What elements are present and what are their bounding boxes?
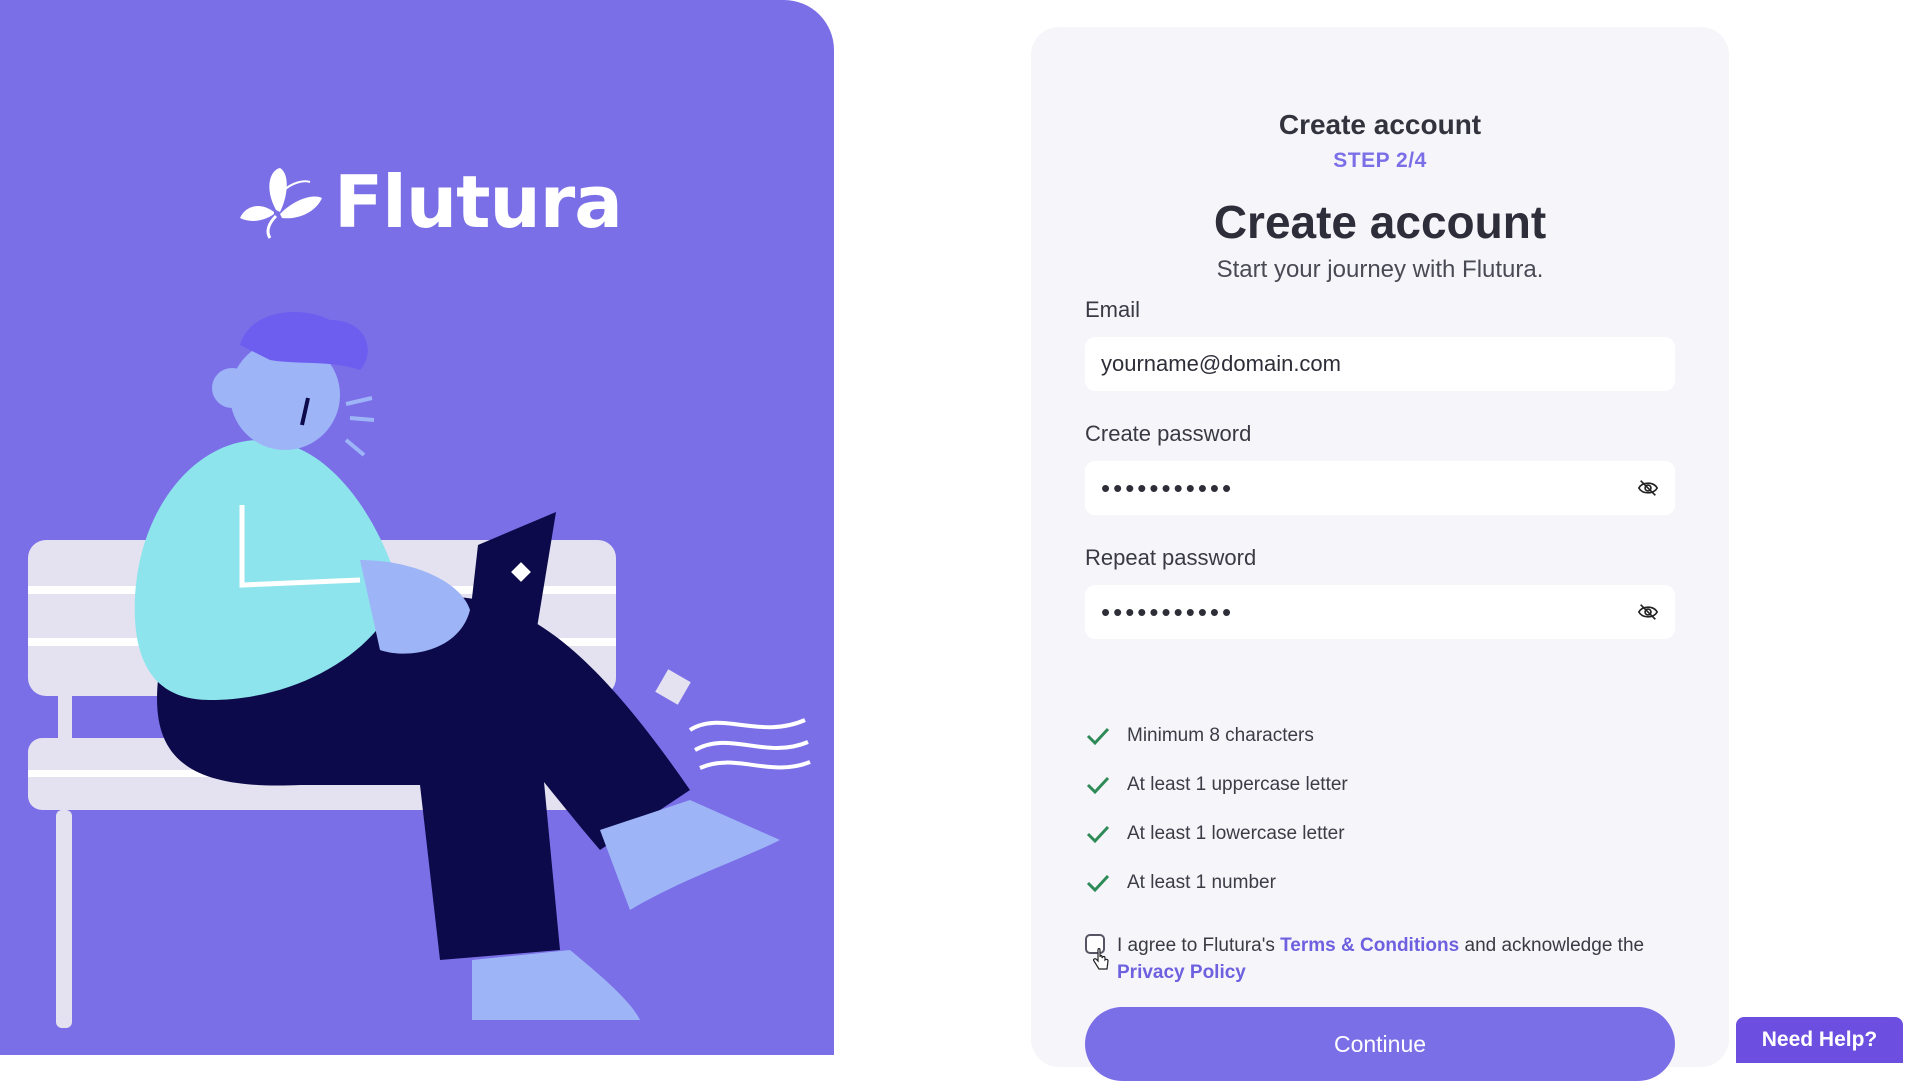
agreement-middle: and acknowledge the	[1459, 935, 1645, 956]
person-on-bench-illustration	[28, 312, 811, 1028]
check-icon	[1086, 727, 1110, 745]
email-field[interactable]: yourname@domain.com	[1085, 337, 1675, 391]
check-icon	[1086, 874, 1110, 892]
check-icon	[1086, 776, 1110, 794]
eye-off-icon[interactable]	[1637, 601, 1659, 623]
requirement-item: Minimum 8 characters	[1085, 711, 1348, 760]
hand-cursor-icon	[1093, 948, 1109, 970]
requirement-item: At least 1 number	[1085, 858, 1348, 907]
butterfly-icon	[240, 168, 322, 239]
check-icon	[1086, 825, 1110, 843]
need-help-button[interactable]: Need Help?	[1736, 1017, 1903, 1063]
agreement-prefix: I agree to Flutura's	[1117, 935, 1281, 956]
create-password-label: Create password	[1085, 421, 1252, 446]
terms-link[interactable]: Terms & Conditions	[1280, 935, 1459, 956]
continue-button[interactable]: Continue	[1085, 1007, 1675, 1081]
email-label: Email	[1085, 297, 1141, 322]
repeat-password-label: Repeat password	[1085, 545, 1257, 570]
create-password-field[interactable]: •••••••••••	[1085, 461, 1675, 515]
page-subtitle: Start your journey with Flutura.	[1216, 256, 1544, 283]
page-title: Create account	[1213, 196, 1547, 248]
brand-logo: Flutura	[236, 160, 623, 244]
requirement-item: At least 1 uppercase letter	[1085, 760, 1348, 809]
repeat-password-value: •••••••••••	[1101, 597, 1235, 627]
agreement-text: I agree to Flutura's Terms & Conditions …	[1117, 932, 1685, 986]
brand-name: Flutura	[334, 160, 623, 244]
hero-panel: Flutura	[0, 0, 834, 1055]
requirement-item: At least 1 lowercase letter	[1085, 809, 1348, 858]
header-title: Create account	[1278, 109, 1482, 140]
eye-off-icon[interactable]	[1637, 477, 1659, 499]
email-value: yourname@domain.com	[1101, 351, 1341, 376]
password-requirements: Minimum 8 characters At least 1 uppercas…	[1085, 711, 1348, 907]
repeat-password-field[interactable]: •••••••••••	[1085, 585, 1675, 639]
requirement-text: At least 1 uppercase letter	[1127, 773, 1348, 795]
requirement-text: Minimum 8 characters	[1127, 724, 1314, 746]
create-password-value: •••••••••••	[1101, 473, 1235, 503]
requirement-text: At least 1 lowercase letter	[1127, 822, 1345, 844]
terms-agreement: I agree to Flutura's Terms & Conditions …	[1085, 932, 1685, 986]
step-indicator: STEP 2/4	[1333, 149, 1427, 172]
requirement-text: At least 1 number	[1127, 871, 1276, 893]
signup-card: Create account STEP 2/4 Create account S…	[1031, 27, 1729, 1081]
privacy-policy-link[interactable]: Privacy Policy	[1117, 962, 1246, 983]
